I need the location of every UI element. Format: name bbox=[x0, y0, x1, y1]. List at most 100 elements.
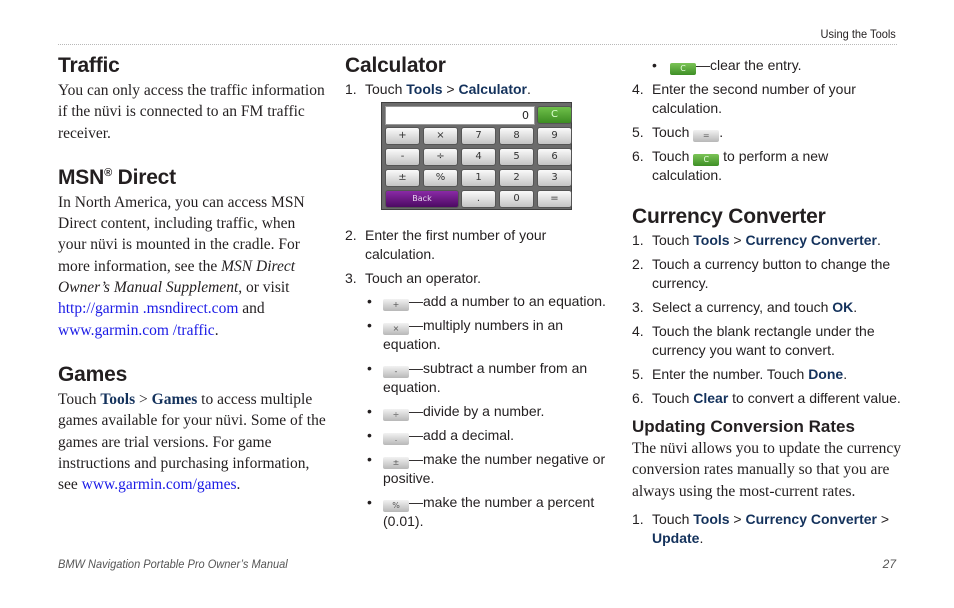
percent-key-icon: % bbox=[383, 500, 409, 512]
games-section: Games Touch Tools > Games to access mult… bbox=[58, 361, 326, 495]
ui-ok: OK bbox=[832, 299, 854, 315]
currency-step-5: 5. Enter the number. Touch Done. bbox=[632, 365, 902, 384]
operator-desc: —multiply numbers in an equation. bbox=[383, 317, 564, 352]
step-number: 2. bbox=[345, 227, 357, 243]
step-text: Touch bbox=[365, 81, 407, 97]
column-right: • C —clear the entry. 4. Enter the second n… bbox=[632, 56, 902, 553]
calc-key-1: 1 bbox=[461, 169, 496, 187]
updating-rates-body: The nüvi allows you to update the curren… bbox=[632, 440, 902, 500]
bullet: • bbox=[652, 57, 657, 73]
operator-desc: —make the number negative or positive. bbox=[383, 451, 606, 486]
step-text: Touch bbox=[652, 390, 694, 406]
garmin-games-link[interactable]: www.garmin.com/games bbox=[82, 476, 237, 493]
currency-step-4: 4. Touch the blank rectangle under the cu… bbox=[632, 322, 902, 360]
step-end: . bbox=[699, 529, 704, 546]
traffic-section: Traffic You can only access the traffic … bbox=[58, 52, 326, 144]
calculator-steps: 1. Touch Tools > Calculator. bbox=[345, 80, 613, 99]
ui-done: Done bbox=[808, 366, 844, 382]
operator-item-negate: • ± —make the number negative or positive. bbox=[365, 450, 613, 488]
calc-key-0: 0 bbox=[499, 190, 534, 208]
clear-key-icon: C bbox=[693, 154, 720, 166]
calculator-screenshot: 0 C + × 7 8 9 - ÷ 4 5 6 ± % 1 2 3 Back .… bbox=[381, 102, 572, 210]
ui-tools: Tools bbox=[693, 510, 730, 527]
operator-item-multiply: • × —multiply numbers in an equation. bbox=[365, 316, 613, 354]
step-text: Touch a currency button to change the cu… bbox=[652, 256, 891, 291]
step-number: 4. bbox=[632, 323, 644, 339]
calc-key-divide: ÷ bbox=[423, 148, 458, 166]
bullet: • bbox=[367, 403, 372, 419]
operator-item-subtract: • - —subtract a number from an equation. bbox=[365, 359, 613, 397]
calculator-step-4: 4. Enter the second number of your calcul… bbox=[632, 80, 902, 118]
games-body: Touch Tools > Games to access multiple g… bbox=[58, 389, 326, 495]
garmin-traffic-link[interactable]: www.garmin.com /traffic bbox=[58, 322, 215, 339]
currency-step-6: 6. Touch Clear to convert a different val… bbox=[632, 389, 902, 408]
operator-item-percent: •% —make the number a percent (0.01). bbox=[365, 493, 613, 531]
step-number: 6. bbox=[632, 390, 644, 406]
operator-item-clear: • C —clear the entry. bbox=[632, 56, 902, 75]
calculator-step-1: 1. Touch Tools > Calculator. bbox=[345, 80, 613, 99]
calculator-display: 0 bbox=[385, 106, 535, 125]
currency-steps: 1. Touch Tools > Currency Converter. 2. To… bbox=[632, 231, 902, 408]
calc-key-7: 7 bbox=[461, 127, 496, 145]
operator-item-add: • + —add a number to an equation. bbox=[365, 292, 613, 311]
ui-currency-converter: Currency Converter bbox=[745, 510, 878, 527]
step-text: Touch bbox=[652, 510, 694, 527]
msn-text-3: and bbox=[238, 300, 265, 318]
step-sep: > bbox=[729, 510, 746, 527]
msn-direct-section: MSN® Direct In North America, you can ac… bbox=[58, 164, 326, 341]
operator-desc: —make the number a percent (0.01). bbox=[383, 494, 595, 529]
step-text: Touch bbox=[652, 148, 694, 164]
step-number: 3. bbox=[632, 299, 644, 315]
calc-key-minus: - bbox=[385, 148, 420, 166]
calc-key-5: 5 bbox=[499, 148, 534, 166]
clear-key-icon: C bbox=[670, 63, 696, 75]
calc-key-decimal: . bbox=[461, 190, 496, 208]
traffic-body: You can only access the traffic informat… bbox=[58, 82, 325, 142]
updating-step-1: 1. Touch Tools > Currency Converter > Upd… bbox=[632, 510, 902, 548]
column-left: Traffic You can only access the traffic … bbox=[58, 52, 326, 495]
step-text: Enter the first number of your calculati… bbox=[365, 227, 547, 262]
running-head: Using the Tools bbox=[820, 27, 896, 41]
page-number: 27 bbox=[882, 557, 896, 571]
ui-tools: Tools bbox=[693, 232, 730, 248]
calc-key-plus-minus: ± bbox=[385, 169, 420, 187]
operator-desc: —add a decimal. bbox=[409, 427, 515, 443]
updating-rates-heading: Updating Conversion Rates bbox=[632, 417, 855, 436]
header-rule bbox=[58, 44, 897, 45]
ui-currency-converter: Currency Converter bbox=[745, 232, 878, 248]
step-text: Touch the blank rectangle under the curr… bbox=[652, 323, 875, 358]
bullet: • bbox=[367, 451, 372, 467]
currency-converter-section: Currency Converter 1. Touch Tools > Curre… bbox=[632, 203, 902, 408]
msn-direct-heading: MSN® Direct bbox=[58, 164, 326, 192]
calculator-step-5: 5. Touch =. bbox=[632, 123, 902, 142]
operator-item-divide: • ÷ —divide by a number. bbox=[365, 402, 613, 421]
divide-key-icon: ÷ bbox=[383, 409, 409, 421]
calc-key-clear: C bbox=[537, 106, 572, 124]
calculator-steps-continued: 2. Enter the first number of your calcula… bbox=[345, 226, 613, 536]
operator-desc: —clear the entry. bbox=[696, 57, 802, 73]
updating-rates-section: Updating Conversion Rates The nüvi allow… bbox=[632, 416, 902, 548]
ui-update: Update bbox=[652, 529, 700, 546]
msndirect-link[interactable]: http://garmin .msndirect.com bbox=[58, 300, 238, 317]
column-middle: Calculator 1. Touch Tools > Calculator. 0… bbox=[345, 52, 613, 552]
msn-title-main: MSN bbox=[58, 165, 105, 189]
traffic-heading: Traffic bbox=[58, 54, 120, 77]
plus-key-icon: + bbox=[383, 299, 409, 311]
calc-key-back: Back bbox=[385, 190, 459, 208]
currency-step-1: 1. Touch Tools > Currency Converter. bbox=[632, 231, 902, 250]
operator-list: • + —add a number to an equation. • × —multi… bbox=[345, 292, 613, 531]
step-sep: > bbox=[877, 510, 890, 527]
step-text: Select a currency, and touch bbox=[652, 299, 833, 315]
step-end: . bbox=[526, 81, 531, 97]
bullet: • bbox=[367, 360, 372, 376]
calculator-heading: Calculator bbox=[345, 54, 446, 77]
step-number: 5. bbox=[632, 124, 644, 140]
decimal-key-icon: . bbox=[383, 433, 409, 445]
step-sep: > bbox=[442, 81, 459, 97]
currency-step-3: 3. Select a currency, and touch OK. bbox=[632, 298, 902, 317]
games-touch: Touch bbox=[58, 390, 101, 408]
calc-key-2: 2 bbox=[499, 169, 534, 187]
calc-key-plus: + bbox=[385, 127, 420, 145]
step-number: 4. bbox=[632, 81, 644, 97]
step-number: 5. bbox=[632, 366, 644, 382]
